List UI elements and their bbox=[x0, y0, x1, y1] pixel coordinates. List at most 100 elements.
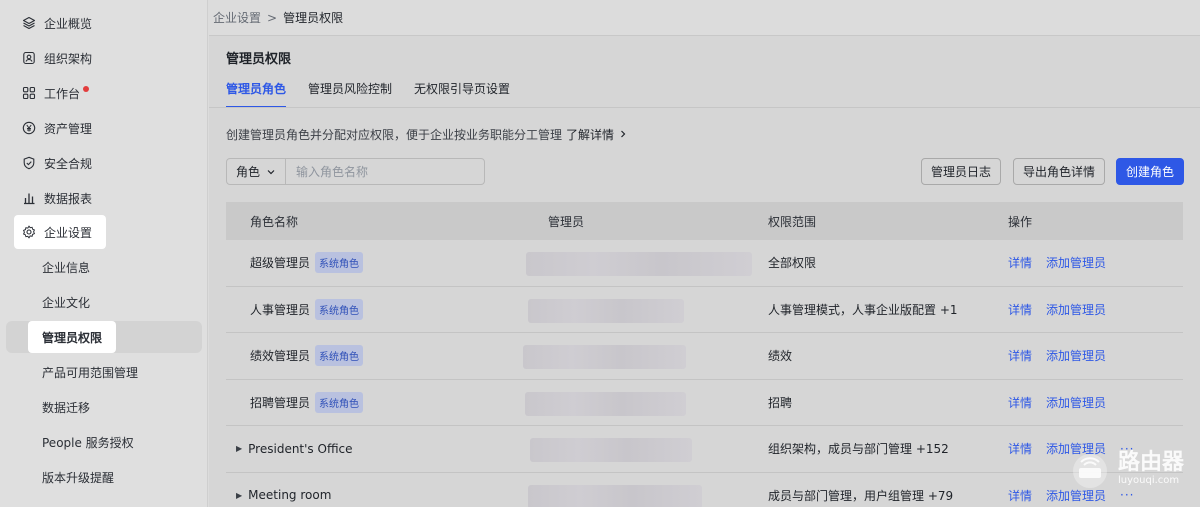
breadcrumb-parent[interactable]: 企业设置 bbox=[213, 9, 261, 26]
sidebar-subitem-product-scope[interactable]: 产品可用范围管理 bbox=[42, 356, 138, 388]
permission-scope: 人事管理模式，人事企业版配置 +1 bbox=[768, 302, 958, 317]
breadcrumb: 企业设置 > 管理员权限 bbox=[209, 0, 1200, 35]
add-admin-link[interactable]: 添加管理员 bbox=[1046, 347, 1106, 364]
detail-link[interactable]: 详情 bbox=[1008, 487, 1032, 504]
system-role-badge: 系统角色 bbox=[315, 345, 364, 367]
sidebar-subitem-upgrade-reminder[interactable]: 版本升级提醒 bbox=[42, 461, 114, 493]
header-scope: 权限范围 bbox=[768, 214, 817, 229]
create-role-button[interactable]: 创建角色 bbox=[1116, 158, 1185, 185]
table-row: 人事管理员 系统角色 人事管理模式，人事企业版配置 +1 详情 添加管理员 bbox=[226, 287, 1183, 333]
sidebar-item-assets[interactable]: 资产管理 bbox=[14, 111, 92, 145]
admin-avatars-blurred bbox=[528, 298, 684, 323]
tab-admin-risk-control[interactable]: 管理员风险控制 bbox=[308, 80, 392, 108]
add-admin-link[interactable]: 添加管理员 bbox=[1046, 487, 1106, 504]
sidebar-item-label: 企业设置 bbox=[44, 225, 93, 240]
page-title: 管理员权限 bbox=[226, 52, 292, 67]
sidebar-subitem-enterprise-culture[interactable]: 企业文化 bbox=[42, 286, 90, 318]
role-name-input[interactable] bbox=[286, 159, 484, 184]
role-name: 超级管理员 bbox=[250, 256, 311, 271]
role-search-box: 角色 bbox=[226, 158, 485, 185]
more-actions-icon[interactable]: ··· bbox=[1120, 488, 1134, 502]
tab-admin-roles[interactable]: 管理员角色 bbox=[226, 80, 287, 108]
sidebar-item-security[interactable]: 安全合规 bbox=[14, 146, 92, 180]
sidebar: 企业概览 组织架构 工作台 资产管理 安全合规 数据报表 企业设置 企业信息 企… bbox=[0, 0, 208, 507]
sidebar-item-enterprise-settings[interactable]: 企业设置 bbox=[14, 215, 107, 249]
sidebar-item-label: 组织架构 bbox=[44, 51, 93, 66]
role-name: 人事管理员 bbox=[250, 302, 311, 317]
sidebar-subitem-admin-permissions[interactable]: 管理员权限 bbox=[28, 321, 117, 353]
notification-dot bbox=[83, 86, 90, 92]
admin-avatars-blurred bbox=[525, 391, 686, 416]
permission-scope: 全部权限 bbox=[768, 256, 817, 271]
sidebar-item-label: 工作台 bbox=[44, 86, 81, 101]
detail-link[interactable]: 详情 bbox=[1008, 254, 1032, 271]
permission-scope: 组织架构，成员与部门管理 +152 bbox=[768, 442, 949, 457]
chevron-right-icon bbox=[620, 130, 626, 138]
role-name: 招聘管理员 bbox=[250, 395, 311, 410]
role-filter-label: 角色 bbox=[235, 165, 260, 179]
detail-link[interactable]: 详情 bbox=[1008, 440, 1032, 457]
watermark-title: 路由器 bbox=[1117, 450, 1184, 475]
sidebar-item-overview[interactable]: 企业概览 bbox=[14, 6, 92, 40]
yen-icon bbox=[22, 121, 36, 135]
layers-icon bbox=[22, 16, 36, 30]
chevron-down-icon bbox=[267, 169, 275, 174]
permission-scope: 成员与部门管理，用户组管理 +79 bbox=[768, 488, 954, 503]
admin-avatars-blurred bbox=[526, 252, 752, 276]
tab-no-permission-guide[interactable]: 无权限引导页设置 bbox=[414, 80, 510, 108]
learn-more-link[interactable]: 了解详情 bbox=[566, 126, 628, 143]
sidebar-item-label: 资产管理 bbox=[44, 121, 93, 136]
contacts-icon bbox=[22, 51, 36, 65]
breadcrumb-separator: > bbox=[267, 10, 278, 25]
sidebar-subitem-enterprise-info[interactable]: 企业信息 bbox=[42, 251, 90, 283]
table-header: 角色名称 管理员 权限范围 操作 bbox=[226, 202, 1183, 240]
detail-link[interactable]: 详情 bbox=[1008, 394, 1032, 411]
add-admin-link[interactable]: 添加管理员 bbox=[1046, 254, 1106, 271]
breadcrumb-current: 管理员权限 bbox=[283, 11, 344, 25]
role-filter-select[interactable]: 角色 bbox=[227, 159, 286, 184]
header-ops: 操作 bbox=[1008, 214, 1033, 229]
main-panel: 管理员权限 管理员角色 管理员风险控制 无权限引导页设置 创建管理员角色并分配对… bbox=[209, 35, 1200, 507]
sidebar-subitem-people-auth[interactable]: People 服务授权 bbox=[42, 426, 134, 458]
detail-link[interactable]: 详情 bbox=[1008, 301, 1032, 318]
admin-avatars-blurred bbox=[530, 438, 692, 462]
grid-icon bbox=[22, 86, 36, 100]
sidebar-item-reports[interactable]: 数据报表 bbox=[14, 181, 92, 215]
bar-chart-icon bbox=[22, 191, 36, 205]
sidebar-item-label: 安全合规 bbox=[44, 156, 93, 171]
add-admin-link[interactable]: 添加管理员 bbox=[1046, 301, 1106, 318]
table-row: ▶ Meeting room 成员与部门管理，用户组管理 +79 详情 添加管理员 ·… bbox=[226, 473, 1183, 507]
roles-table: 角色名称 管理员 权限范围 操作 超级管理员 系统角色 全部权限 详情 添加管理员 … bbox=[226, 202, 1183, 507]
add-admin-link[interactable]: 添加管理员 bbox=[1046, 394, 1106, 411]
detail-link[interactable]: 详情 bbox=[1008, 347, 1032, 364]
export-role-details-button[interactable]: 导出角色详情 bbox=[1013, 158, 1106, 185]
system-role-badge: 系统角色 bbox=[315, 298, 364, 320]
admin-avatars-blurred bbox=[528, 484, 702, 507]
learn-more-label: 了解详情 bbox=[566, 128, 615, 142]
sidebar-item-workbench[interactable]: 工作台 bbox=[14, 76, 90, 110]
tabs-divider bbox=[209, 107, 1200, 108]
sidebar-item-label: 企业概览 bbox=[44, 16, 93, 31]
router-logo-icon bbox=[1072, 454, 1107, 488]
admin-log-button[interactable]: 管理员日志 bbox=[921, 158, 1002, 185]
system-role-badge: 系统角色 bbox=[315, 252, 364, 274]
permission-scope: 绩效 bbox=[768, 349, 793, 364]
expand-caret-icon[interactable]: ▶ bbox=[236, 491, 242, 500]
watermark-url: luyouqi.com bbox=[1117, 475, 1180, 486]
table-row: ▶ President's Office 组织架构，成员与部门管理 +152 详情… bbox=[226, 426, 1183, 473]
watermark: 路由器 luyouqi.com bbox=[1068, 449, 1184, 489]
table-row: 绩效管理员 系统角色 绩效 详情 添加管理员 bbox=[226, 333, 1183, 380]
expand-caret-icon[interactable]: ▶ bbox=[236, 444, 242, 453]
sidebar-item-label: 数据报表 bbox=[44, 191, 93, 206]
permission-scope: 招聘 bbox=[768, 395, 793, 410]
sidebar-item-organization[interactable]: 组织架构 bbox=[14, 41, 92, 75]
admin-avatars-blurred bbox=[523, 345, 686, 369]
role-name: President's Office bbox=[248, 441, 353, 456]
shield-check-icon bbox=[22, 156, 36, 170]
role-name: 绩效管理员 bbox=[250, 349, 311, 364]
sidebar-subitem-data-migration[interactable]: 数据迁移 bbox=[42, 391, 90, 423]
header-admin: 管理员 bbox=[548, 214, 585, 229]
header-role-name: 角色名称 bbox=[250, 214, 299, 229]
description-text: 创建管理员角色并分配对应权限，便于企业按业务职能分工管理 bbox=[226, 128, 563, 142]
table-row: 超级管理员 系统角色 全部权限 详情 添加管理员 bbox=[226, 240, 1183, 287]
